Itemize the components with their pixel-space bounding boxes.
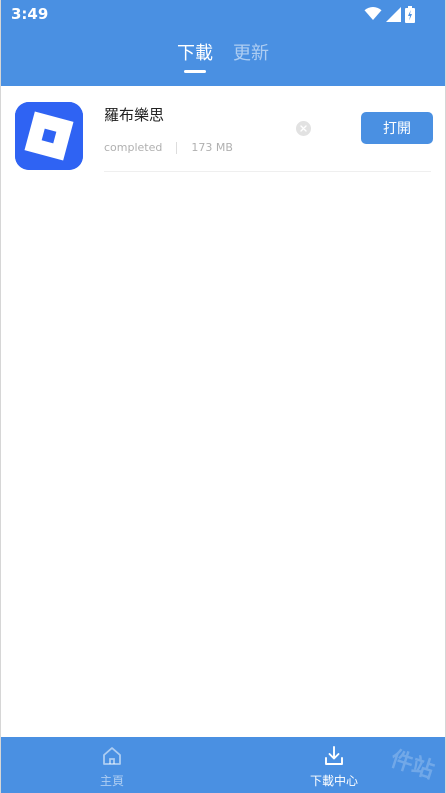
home-icon <box>100 744 124 768</box>
battery-icon <box>405 5 415 23</box>
download-icon <box>322 744 346 768</box>
screen: 3:49 下載 更新 羅布樂思 completed 173 MB 打開 主頁 下… <box>0 0 446 793</box>
signal-icon <box>386 6 401 22</box>
meta-divider <box>176 141 178 154</box>
file-size: 173 MB <box>191 141 233 154</box>
download-status: completed <box>104 141 163 154</box>
nav-home[interactable]: 主頁 <box>1 737 223 793</box>
download-list: 羅布樂思 completed 173 MB 打開 <box>1 86 445 172</box>
roblox-app-icon <box>15 102 83 170</box>
download-meta: completed 173 MB <box>104 141 233 154</box>
bottom-nav: 主頁 下載中心 件站 <box>1 737 445 793</box>
open-app-button[interactable]: 打開 <box>361 112 433 144</box>
list-item[interactable]: 羅布樂思 completed 173 MB 打開 <box>1 86 445 172</box>
tab-downloads[interactable]: 下載 <box>177 42 213 82</box>
divider <box>104 171 431 172</box>
tab-downloads-label: 下載 <box>177 43 213 64</box>
close-icon <box>300 125 307 132</box>
nav-home-label: 主頁 <box>99 774 124 788</box>
tab-updates[interactable]: 更新 <box>233 42 269 82</box>
status-icons <box>364 5 415 23</box>
remove-download-button[interactable] <box>296 121 311 136</box>
tab-updates-label: 更新 <box>233 43 269 64</box>
tab-bar: 下載 更新 <box>1 42 445 82</box>
nav-download-center-label: 下載中心 <box>309 774 358 788</box>
status-bar: 3:49 <box>1 0 445 30</box>
active-tab-indicator <box>184 70 206 73</box>
header: 3:49 下載 更新 <box>1 0 445 86</box>
status-time: 3:49 <box>11 5 49 23</box>
nav-download-center[interactable]: 下載中心 <box>223 737 445 793</box>
wifi-icon <box>364 7 382 21</box>
app-name: 羅布樂思 <box>104 106 165 124</box>
